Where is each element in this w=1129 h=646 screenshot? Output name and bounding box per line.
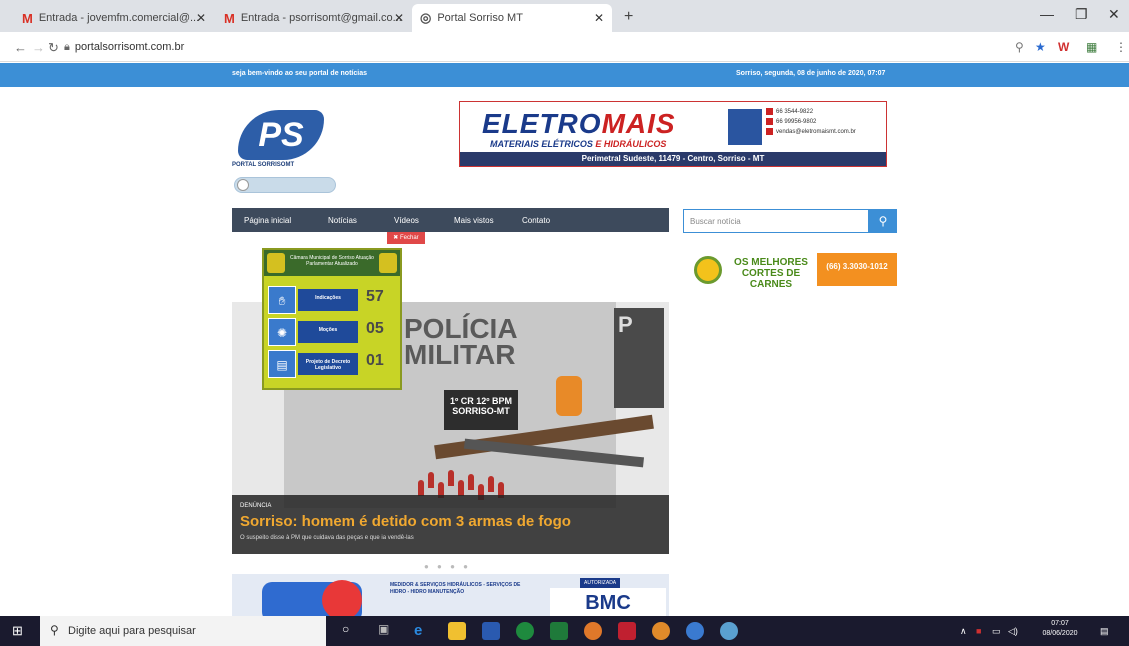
extension-icon[interactable]: W xyxy=(1058,40,1069,54)
new-tab-button[interactable]: + xyxy=(624,8,633,26)
taskbar-clock[interactable]: 07:07 08/06/2020 xyxy=(1036,619,1084,639)
menu-item-videos[interactable]: Vídeos xyxy=(394,216,419,225)
ad-shape-red xyxy=(322,580,362,616)
ad-brand: BMC xyxy=(550,588,666,616)
banner-tagline: MATERIAIS ELÉTRICOS E HIDRÁULICOS xyxy=(490,139,667,149)
paint-icon[interactable] xyxy=(584,622,602,640)
hero-subtitle: O suspeito disse à PM que cuidava das pe… xyxy=(240,535,414,541)
ad-phone: (66) 3.3030-1012 xyxy=(817,253,897,286)
menu-item-most-viewed[interactable]: Mais vistos xyxy=(454,216,494,225)
hero-category: DENÚNCIA xyxy=(240,503,272,509)
hero-title[interactable]: Sorriso: homem é detido com 3 armas de f… xyxy=(240,513,571,530)
ad-text: OS MELHORES CORTES DE CARNES xyxy=(734,257,808,290)
widget-header: Câmara Municipal de Sorriso Atuação Parl… xyxy=(264,250,400,276)
chrome-icon[interactable] xyxy=(516,622,534,640)
network-icon[interactable]: ▭ xyxy=(992,626,1001,637)
logo-name: PORTAL SORRISOMT xyxy=(232,162,295,168)
menu-item-contact[interactable]: Contato xyxy=(522,216,550,225)
volume-icon[interactable]: ◁) xyxy=(1008,626,1018,637)
menu-item-home[interactable]: Página inicial xyxy=(244,216,291,225)
widget-row-indicacoes[interactable]: ✋︎ Indicações 57 xyxy=(268,286,396,314)
search-icon: ⚲ xyxy=(878,214,888,228)
current-date: Sorriso, segunda, 08 de junho de 2020, 0… xyxy=(736,70,886,77)
address-bar: ← → ↻ 🔒︎ portalsorrisomt.com.br ⚲ ★ W ▦ ⋮ xyxy=(0,32,1129,62)
tab-gmail-2[interactable]: M Entrada - psorrisomt@gmail.co... ✕ xyxy=(216,4,412,32)
logo-mark: PS xyxy=(238,110,324,160)
file-explorer-icon[interactable] xyxy=(448,622,466,640)
banner-contacts: 66 3544-9822 66 99956-9802 vendas@eletro… xyxy=(766,108,916,148)
tab-portal-sorriso[interactable]: ◎ Portal Sorriso MT ✕ xyxy=(412,4,612,32)
app-icon-3[interactable] xyxy=(686,622,704,640)
edge-icon[interactable]: e xyxy=(414,622,432,640)
gmail-icon: M xyxy=(22,10,33,26)
back-icon[interactable]: ← xyxy=(14,40,27,55)
windows-taskbar: ⊞ ⚲ Digite aqui para pesquisar ○ ▣ e ∧ ■… xyxy=(0,616,1129,646)
ad-text: MEDIDOR & SERVIÇOS HIDRÁULICOS - SERVIÇO… xyxy=(390,582,521,595)
ad-badge: AUTORIZADA xyxy=(580,578,621,588)
zoom-icon[interactable]: ⚲ xyxy=(1015,40,1024,54)
widget-row-projeto[interactable]: ▤ Projeto de Decreto Legislativo 01 xyxy=(268,350,396,378)
close-widget-button[interactable]: ✖ Fechar xyxy=(387,232,425,244)
emblem-icon xyxy=(267,253,285,273)
site-logo[interactable]: PS PORTAL SORRISOMT xyxy=(232,110,332,180)
task-view-icon[interactable]: ▣ xyxy=(378,622,396,640)
cortana-icon[interactable]: ○ xyxy=(342,622,360,640)
reload-icon[interactable]: ↻ xyxy=(48,40,59,56)
extension-2-icon[interactable]: ▦ xyxy=(1086,40,1097,54)
news-search-input[interactable]: Buscar notícia xyxy=(683,209,869,233)
globe-icon: ◎ xyxy=(420,10,432,25)
welcome-text: seja bem-vindo ao seu portal de notícias xyxy=(232,70,367,77)
seal-icon: ✺ xyxy=(268,318,296,346)
bmc-ad[interactable]: MEDIDOR & SERVIÇOS HIDRÁULICOS - SERVIÇO… xyxy=(232,574,669,616)
taskbar-search[interactable]: ⚲ Digite aqui para pesquisar xyxy=(40,616,326,646)
widget-row-mocoes[interactable]: ✺ Moções 05 xyxy=(268,318,396,346)
camara-widget: Câmara Municipal de Sorriso Atuação Parl… xyxy=(262,248,402,390)
main-menu: Página inicial Notícias Vídeos Mais vist… xyxy=(232,208,669,232)
word-icon[interactable] xyxy=(482,622,500,640)
photo-can xyxy=(556,376,582,416)
close-tab-icon[interactable]: ✕ xyxy=(196,11,206,25)
menu-item-news[interactable]: Notícias xyxy=(328,216,357,225)
app-icon-2[interactable] xyxy=(652,622,670,640)
theme-toggle[interactable] xyxy=(234,177,336,193)
close-window-icon[interactable]: ✕ xyxy=(1108,6,1120,23)
close-tab-icon[interactable]: ✕ xyxy=(594,11,604,25)
lock-icon: 🔒︎ xyxy=(64,41,70,53)
search-button[interactable]: ⚲ xyxy=(869,209,897,233)
photo-banner: P xyxy=(614,308,664,408)
banner-address: Perimetral Sudeste, 11479 - Centro, Sorr… xyxy=(460,152,886,166)
windows-start-icon[interactable]: ⊞ xyxy=(12,623,28,639)
maximize-icon[interactable]: ❐ xyxy=(1075,6,1088,23)
minimize-icon[interactable]: — xyxy=(1040,6,1054,22)
bookmark-star-icon[interactable]: ★ xyxy=(1035,40,1046,54)
search-icon: ⚲ xyxy=(50,623,59,637)
browser-tab-bar: M Entrada - jovemfm.comercial@... ✕ M En… xyxy=(0,0,1129,32)
eletromais-banner[interactable]: ELETROMAIS MATERIAIS ELÉTRICOS E HIDRÁUL… xyxy=(459,101,887,167)
url-field[interactable]: 🔒︎ portalsorrisomt.com.br xyxy=(64,41,184,54)
photo-police-text: POLÍCIA MILITAR xyxy=(404,313,518,370)
tray-chevron-icon[interactable]: ∧ xyxy=(960,626,967,637)
notifications-icon[interactable]: ▤ xyxy=(1100,626,1109,637)
slider-dots[interactable]: ● ● ● ● xyxy=(424,562,471,571)
hand-icon: ✋︎ xyxy=(268,286,296,314)
tab-gmail-1[interactable]: M Entrada - jovemfm.comercial@... ✕ xyxy=(14,4,214,32)
toggle-knob xyxy=(237,179,249,191)
banner-graphic xyxy=(728,109,762,145)
hero-caption: DENÚNCIA Sorriso: homem é detido com 3 a… xyxy=(232,495,669,554)
tray-app-icon[interactable]: ■ xyxy=(976,626,981,636)
app-icon[interactable] xyxy=(618,622,636,640)
forward-icon[interactable]: → xyxy=(32,40,45,55)
excel-icon[interactable] xyxy=(550,622,568,640)
photo-badge: 1º CR 12º BPM SORRISO-MT xyxy=(444,390,518,430)
ad-logo xyxy=(694,256,722,284)
close-tab-icon[interactable]: ✕ xyxy=(394,11,404,25)
menu-kebab-icon[interactable]: ⋮ xyxy=(1115,40,1127,54)
banner-brand: ELETROMAIS xyxy=(482,108,676,139)
gmail-icon: M xyxy=(224,10,235,26)
document-icon: ▤ xyxy=(268,350,296,378)
app-icon-4[interactable] xyxy=(720,622,738,640)
emblem-icon xyxy=(379,253,397,273)
carnes-ad[interactable]: OS MELHORES CORTES DE CARNES (66) 3.3030… xyxy=(694,253,897,290)
site-top-bar: seja bem-vindo ao seu portal de notícias… xyxy=(0,63,1129,87)
